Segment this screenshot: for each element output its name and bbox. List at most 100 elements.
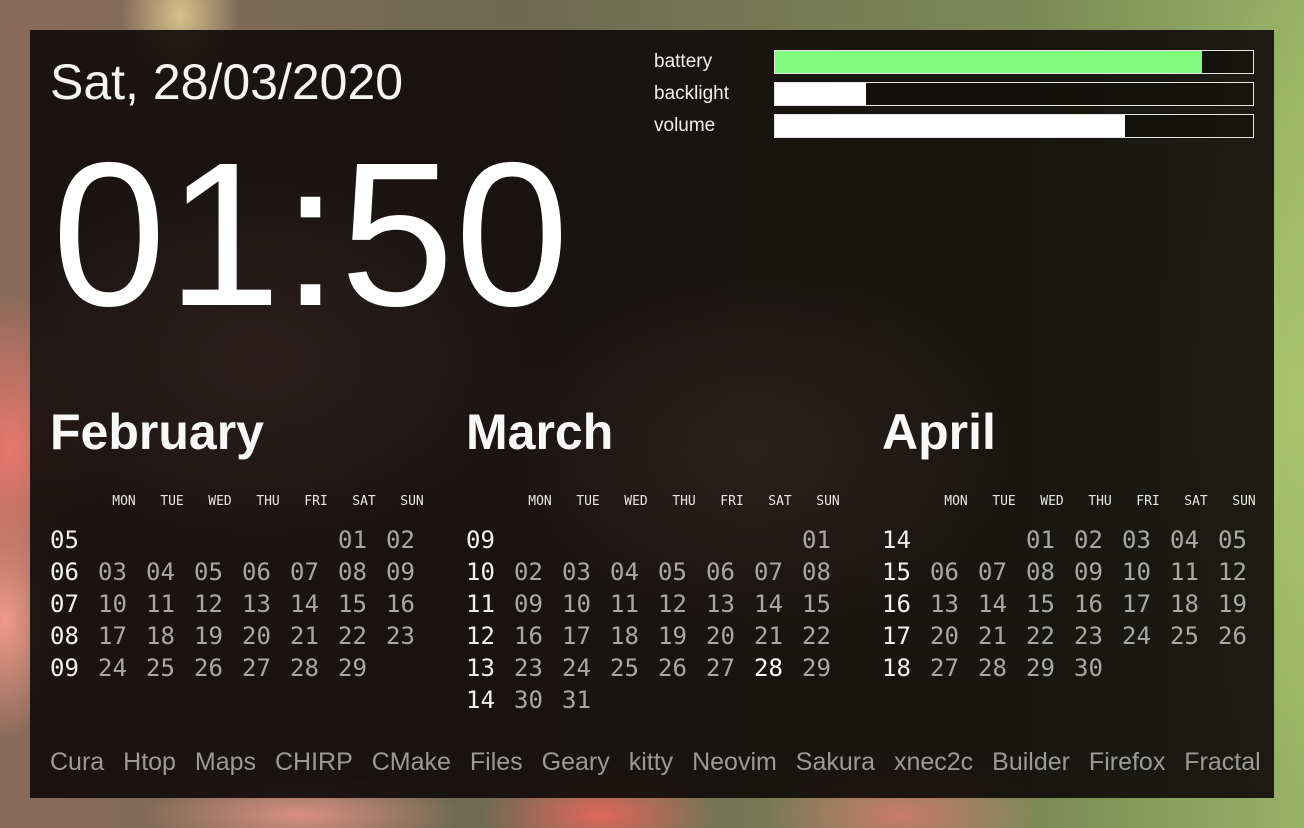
calendar-day: 12 <box>658 590 687 618</box>
app-files[interactable]: Files <box>470 744 523 780</box>
weekday-header: WED <box>624 494 648 509</box>
calendar-day: 27 <box>242 654 271 682</box>
app-maps[interactable]: Maps <box>195 744 256 780</box>
app-kitty[interactable]: kitty <box>629 744 673 780</box>
calendar-day: 25 <box>1170 622 1199 650</box>
app-htop[interactable]: Htop <box>123 744 176 780</box>
weekday-header: TUE <box>160 494 184 509</box>
calendar-day: 01 <box>338 526 367 554</box>
calendar-day: 29 <box>1026 654 1055 682</box>
app-neovim[interactable]: Neovim <box>692 744 777 780</box>
app-builder[interactable]: Builder <box>992 744 1070 780</box>
calendar-day: 05 <box>194 558 223 586</box>
calendar-day: 23 <box>386 622 415 650</box>
calendar-day: 26 <box>194 654 223 682</box>
weekday-header: THU <box>256 494 280 509</box>
calendar-day: 01 <box>1026 526 1055 554</box>
week-number: 13 <box>466 654 495 682</box>
calendar-day: 28 <box>290 654 319 682</box>
backlight-meter: backlight <box>654 82 1254 106</box>
calendar-day: 02 <box>514 558 543 586</box>
weekday-header: TUE <box>992 494 1016 509</box>
calendar-day: 18 <box>610 622 639 650</box>
battery-bar-fill <box>775 51 1202 73</box>
calendar-day: 09 <box>1074 558 1103 586</box>
volume-label: volume <box>654 115 716 136</box>
calendar-day: 08 <box>338 558 367 586</box>
calendar-day: 19 <box>1218 590 1247 618</box>
app-firefox[interactable]: Firefox <box>1089 744 1165 780</box>
calendar-day: 17 <box>1122 590 1151 618</box>
calendar-day: 05 <box>1218 526 1247 554</box>
calendar-day: 11 <box>610 590 639 618</box>
weekday-header: SUN <box>816 494 840 509</box>
calendar-day: 03 <box>98 558 127 586</box>
week-number: 14 <box>466 686 495 714</box>
calendar-day: 24 <box>562 654 591 682</box>
battery-bar <box>774 50 1254 74</box>
weekday-header: WED <box>1040 494 1064 509</box>
calendar-day: 27 <box>706 654 735 682</box>
date-display: Sat, 28/03/2020 <box>50 54 404 110</box>
week-number: 08 <box>50 622 79 650</box>
calendar-day: 21 <box>290 622 319 650</box>
calendar-day: 16 <box>514 622 543 650</box>
backlight-label: backlight <box>654 83 729 104</box>
calendar-day: 21 <box>754 622 783 650</box>
app-sakura[interactable]: Sakura <box>796 744 875 780</box>
week-number: 16 <box>882 590 911 618</box>
backlight-bar-fill <box>775 83 866 105</box>
app-geary[interactable]: Geary <box>542 744 610 780</box>
app-xnec2c[interactable]: xnec2c <box>894 744 973 780</box>
week-number: 09 <box>466 526 495 554</box>
calendar-day: 04 <box>1170 526 1199 554</box>
calendar-day: 14 <box>978 590 1007 618</box>
weekday-header: TUE <box>576 494 600 509</box>
battery-meter: battery <box>654 50 1254 74</box>
calendar-day: 10 <box>98 590 127 618</box>
backlight-bar[interactable] <box>774 82 1254 106</box>
weekday-header: SUN <box>400 494 424 509</box>
app-cmake[interactable]: CMake <box>372 744 451 780</box>
volume-meter: volume <box>654 114 1254 138</box>
calendar-day: 12 <box>1218 558 1247 586</box>
calendar-day: 28 <box>978 654 1007 682</box>
dashboard-panel: Sat, 28/03/2020 01:50 battery backlight … <box>30 30 1274 798</box>
weekday-header: MON <box>528 494 552 509</box>
calendar-month-february: February MON TUE WED THU FRI SAT SUN 05 01 02 06 03… <box>50 402 450 682</box>
week-number: 12 <box>466 622 495 650</box>
volume-bar-fill <box>775 115 1125 137</box>
weekday-header: FRI <box>720 494 744 509</box>
calendar-day: 29 <box>802 654 831 682</box>
weekday-header: FRI <box>304 494 328 509</box>
calendar-day: 15 <box>802 590 831 618</box>
calendar-day: 30 <box>1074 654 1103 682</box>
volume-bar[interactable] <box>774 114 1254 138</box>
weekday-header: MON <box>112 494 136 509</box>
calendar-day: 24 <box>1122 622 1151 650</box>
calendar-day: 07 <box>290 558 319 586</box>
calendar-day: 08 <box>802 558 831 586</box>
calendar-day: 18 <box>146 622 175 650</box>
calendar-day: 04 <box>610 558 639 586</box>
app-launcher: Cura Htop Maps CHIRP CMake Files Geary k… <box>50 744 1273 780</box>
weekday-header: SAT <box>1184 494 1208 509</box>
calendar-day: 20 <box>706 622 735 650</box>
calendar-day: 22 <box>802 622 831 650</box>
calendar-day: 22 <box>1026 622 1055 650</box>
calendar-day: 19 <box>194 622 223 650</box>
calendar-day: 20 <box>242 622 271 650</box>
calendar-day: 16 <box>386 590 415 618</box>
calendar-day: 17 <box>98 622 127 650</box>
calendar-day: 31 <box>562 686 591 714</box>
calendar-day: 13 <box>930 590 959 618</box>
calendar-day: 20 <box>930 622 959 650</box>
calendar-day: 12 <box>194 590 223 618</box>
weekday-header: FRI <box>1136 494 1160 509</box>
app-cura[interactable]: Cura <box>50 744 104 780</box>
month-title: February <box>50 404 264 460</box>
app-fractal[interactable]: Fractal <box>1184 744 1260 780</box>
calendar-day: 27 <box>930 654 959 682</box>
app-chirp[interactable]: CHIRP <box>275 744 353 780</box>
calendar-day: 23 <box>1074 622 1103 650</box>
